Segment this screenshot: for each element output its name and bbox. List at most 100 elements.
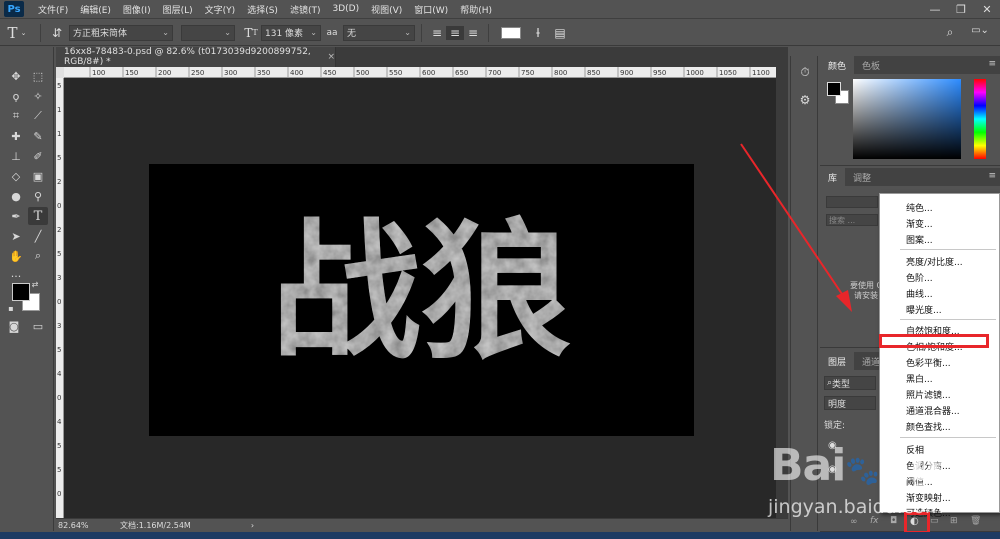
- antialias-select[interactable]: 无 ⌄: [343, 24, 415, 41]
- menu-item-curves[interactable]: 曲线...: [906, 287, 933, 300]
- menu-item-channel-mixer[interactable]: 通道混合器...: [906, 404, 960, 417]
- eyedropper-icon[interactable]: ⟋: [28, 107, 48, 125]
- align-center-icon[interactable]: ≡: [446, 25, 464, 40]
- history-panel-icon[interactable]: ⏱: [795, 62, 815, 82]
- clone-stamp-icon[interactable]: ⊥: [6, 147, 26, 165]
- font-family-select[interactable]: 方正粗宋简体 ⌄: [69, 24, 173, 41]
- menu-window[interactable]: 窗口(W): [408, 3, 454, 16]
- chevron-right-icon[interactable]: ›: [251, 521, 254, 530]
- menu-help[interactable]: 帮助(H): [454, 3, 498, 16]
- menu-type[interactable]: 文字(Y): [199, 3, 242, 16]
- color-picker-field[interactable]: [853, 79, 961, 159]
- tab-library[interactable]: 库: [820, 168, 846, 186]
- zoom-level[interactable]: 82.64%: [56, 521, 114, 530]
- type-tool-icon[interactable]: T: [28, 207, 48, 225]
- type-tool-preset-icon[interactable]: T ⌄: [0, 24, 34, 42]
- menu-file[interactable]: 文件(F): [32, 3, 74, 16]
- close-button[interactable]: ✕: [974, 0, 1000, 19]
- new-layer-icon[interactable]: ⊞: [950, 516, 958, 526]
- layer-kind-filter[interactable]: ⌕ 类型: [824, 376, 876, 390]
- quick-mask-icon[interactable]: ◙: [4, 317, 24, 335]
- line-tool-icon[interactable]: ╱: [28, 227, 48, 245]
- add-mask-icon[interactable]: ◘: [890, 516, 897, 526]
- menu-item-pattern[interactable]: 图案...: [906, 233, 933, 246]
- vertical-ruler[interactable]: 5 1 1 5 2 0 2 5 3 0 3 5 4 0 4 5 5 0: [56, 78, 64, 518]
- brush-tool-icon[interactable]: ✎: [28, 127, 48, 145]
- menu-item-black-white[interactable]: 黑白...: [906, 372, 933, 385]
- tab-swatches[interactable]: 色板: [854, 56, 888, 74]
- healing-brush-icon[interactable]: ✚: [6, 127, 26, 145]
- menu-item-color-balance[interactable]: 色彩平衡...: [906, 356, 951, 369]
- text-color-swatch[interactable]: [501, 26, 521, 39]
- align-right-icon[interactable]: ≡: [464, 26, 482, 40]
- hue-slider[interactable]: [974, 79, 986, 159]
- menu-item-levels[interactable]: 色阶...: [906, 271, 933, 284]
- artboard[interactable]: 战狼: [149, 164, 694, 436]
- warp-text-icon[interactable]: Ɨ: [527, 26, 549, 40]
- library-select[interactable]: [826, 196, 878, 208]
- magic-wand-icon[interactable]: ✧: [28, 87, 48, 105]
- layer-style-icon[interactable]: fx: [870, 516, 879, 526]
- menu-item-gradient[interactable]: 渐变...: [906, 217, 933, 230]
- menu-item-brightness-contrast[interactable]: 亮度/对比度...: [906, 255, 963, 268]
- menu-item-gradient-map[interactable]: 渐变映射...: [906, 491, 951, 504]
- search-icon[interactable]: ⌕: [942, 25, 958, 40]
- dodge-tool-icon[interactable]: ⚲: [28, 187, 48, 205]
- document-tab[interactable]: 16xx8-78483-0.psd @ 82.6% (t0173039d9200…: [56, 47, 336, 67]
- panel-menu-icon[interactable]: ≡: [988, 59, 996, 69]
- tab-layers[interactable]: 图层: [820, 352, 855, 370]
- align-left-icon[interactable]: ≡: [428, 26, 446, 40]
- horizontal-ruler[interactable]: 100 150 200 250 300 350 400 450 500 550 600 650 700 7…: [64, 67, 776, 78]
- library-search-input[interactable]: 搜索 ...: [826, 214, 878, 226]
- history-brush-icon[interactable]: ✐: [28, 147, 48, 165]
- menu-layer[interactable]: 图层(L): [157, 3, 199, 16]
- pen-tool-icon[interactable]: ✒: [6, 207, 26, 225]
- screen-mode-icon[interactable]: ▭: [28, 317, 48, 335]
- vertical-scrollbar[interactable]: [776, 67, 788, 518]
- delete-layer-icon[interactable]: 🗑: [970, 516, 981, 526]
- tab-color[interactable]: 颜色: [820, 56, 855, 74]
- minimize-button[interactable]: —: [922, 0, 948, 19]
- font-size-select[interactable]: 131 像素 ⌄: [261, 24, 321, 41]
- link-layers-icon[interactable]: ∞: [850, 517, 858, 527]
- visibility-eye-icon[interactable]: ◉: [828, 440, 837, 451]
- path-selection-icon[interactable]: ➤: [6, 227, 26, 245]
- swap-colors-icon[interactable]: ⇄: [30, 279, 40, 289]
- panel-menu-icon[interactable]: ≡: [988, 171, 996, 181]
- menu-item-exposure[interactable]: 曝光度...: [906, 303, 942, 316]
- close-tab-icon[interactable]: ×: [327, 52, 335, 62]
- crop-tool-icon[interactable]: ⌗: [6, 107, 26, 125]
- visibility-eye-icon[interactable]: ◉: [828, 464, 837, 475]
- document-info[interactable]: 文档:1.16M/2.54M: [120, 520, 191, 531]
- foreground-color-chip[interactable]: [827, 82, 841, 96]
- menu-item-posterize[interactable]: 色调分离...: [906, 459, 951, 472]
- text-orientation-icon[interactable]: ⇵: [47, 26, 67, 40]
- menu-select[interactable]: 选择(S): [241, 3, 284, 16]
- menu-item-solid-color[interactable]: 纯色...: [906, 201, 933, 214]
- blend-mode-select[interactable]: 明度: [824, 396, 876, 410]
- menu-item-color-lookup[interactable]: 颜色查找...: [906, 420, 951, 433]
- menu-3d[interactable]: 3D(D): [326, 4, 365, 14]
- marquee-tool-icon[interactable]: ⬚: [28, 67, 48, 85]
- move-tool-icon[interactable]: ✥: [6, 67, 26, 85]
- menu-filter[interactable]: 滤镜(T): [284, 3, 327, 16]
- lasso-tool-icon[interactable]: ϙ: [6, 87, 26, 105]
- restore-button[interactable]: ❐: [948, 0, 974, 19]
- menu-item-invert[interactable]: 反相: [906, 443, 924, 456]
- menu-item-photo-filter[interactable]: 照片滤镜...: [906, 388, 951, 401]
- default-colors-icon[interactable]: ▪: [6, 303, 16, 313]
- menu-view[interactable]: 视图(V): [365, 3, 408, 16]
- hand-tool-icon[interactable]: ✋: [6, 247, 26, 265]
- zoom-tool-icon[interactable]: ⌕: [28, 247, 48, 265]
- gradient-tool-icon[interactable]: ▣: [28, 167, 48, 185]
- character-panel-icon[interactable]: ▤: [549, 26, 571, 40]
- blur-tool-icon[interactable]: ●: [6, 187, 26, 205]
- menu-edit[interactable]: 编辑(E): [74, 3, 117, 16]
- foreground-color-swatch[interactable]: [12, 283, 30, 301]
- menu-item-threshold[interactable]: 阈值...: [906, 475, 933, 488]
- menu-image[interactable]: 图像(I): [117, 3, 157, 16]
- properties-panel-icon[interactable]: ⚙: [795, 90, 815, 110]
- font-style-select[interactable]: ⌄: [181, 24, 235, 41]
- workspace-icon[interactable]: ▭⌄: [966, 25, 994, 36]
- eraser-icon[interactable]: ◇: [6, 167, 26, 185]
